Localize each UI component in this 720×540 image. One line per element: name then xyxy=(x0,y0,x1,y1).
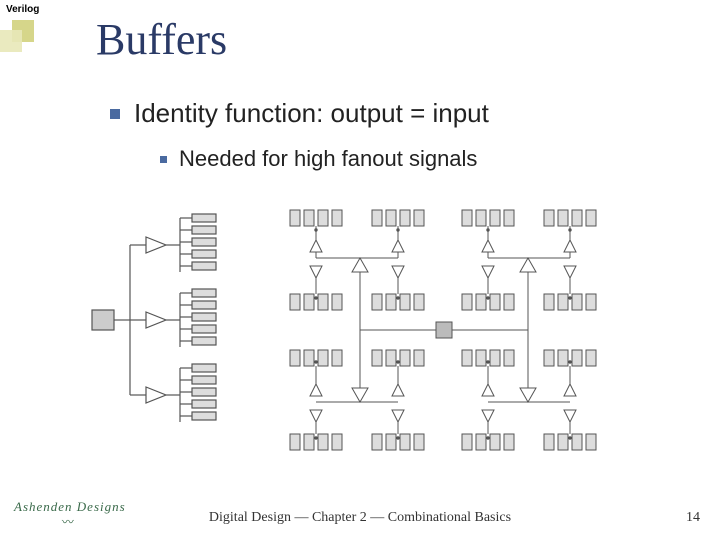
bullet-level2: Needed for high fanout signals xyxy=(160,146,477,172)
bullet1-text: Identity function: output = input xyxy=(134,98,489,129)
bullet-level1: Identity function: output = input xyxy=(110,98,489,129)
bullet-square-icon xyxy=(110,109,120,119)
accent-squares xyxy=(0,20,38,54)
circuit-diagram xyxy=(80,190,640,470)
slide-title: Buffers xyxy=(96,14,227,65)
bullet2-text: Needed for high fanout signals xyxy=(179,146,477,172)
bullet-square-icon xyxy=(160,156,167,163)
corner-tag: Verilog xyxy=(6,4,39,15)
page-number: 14 xyxy=(686,510,700,526)
footer-text: Digital Design — Chapter 2 — Combination… xyxy=(0,510,720,526)
